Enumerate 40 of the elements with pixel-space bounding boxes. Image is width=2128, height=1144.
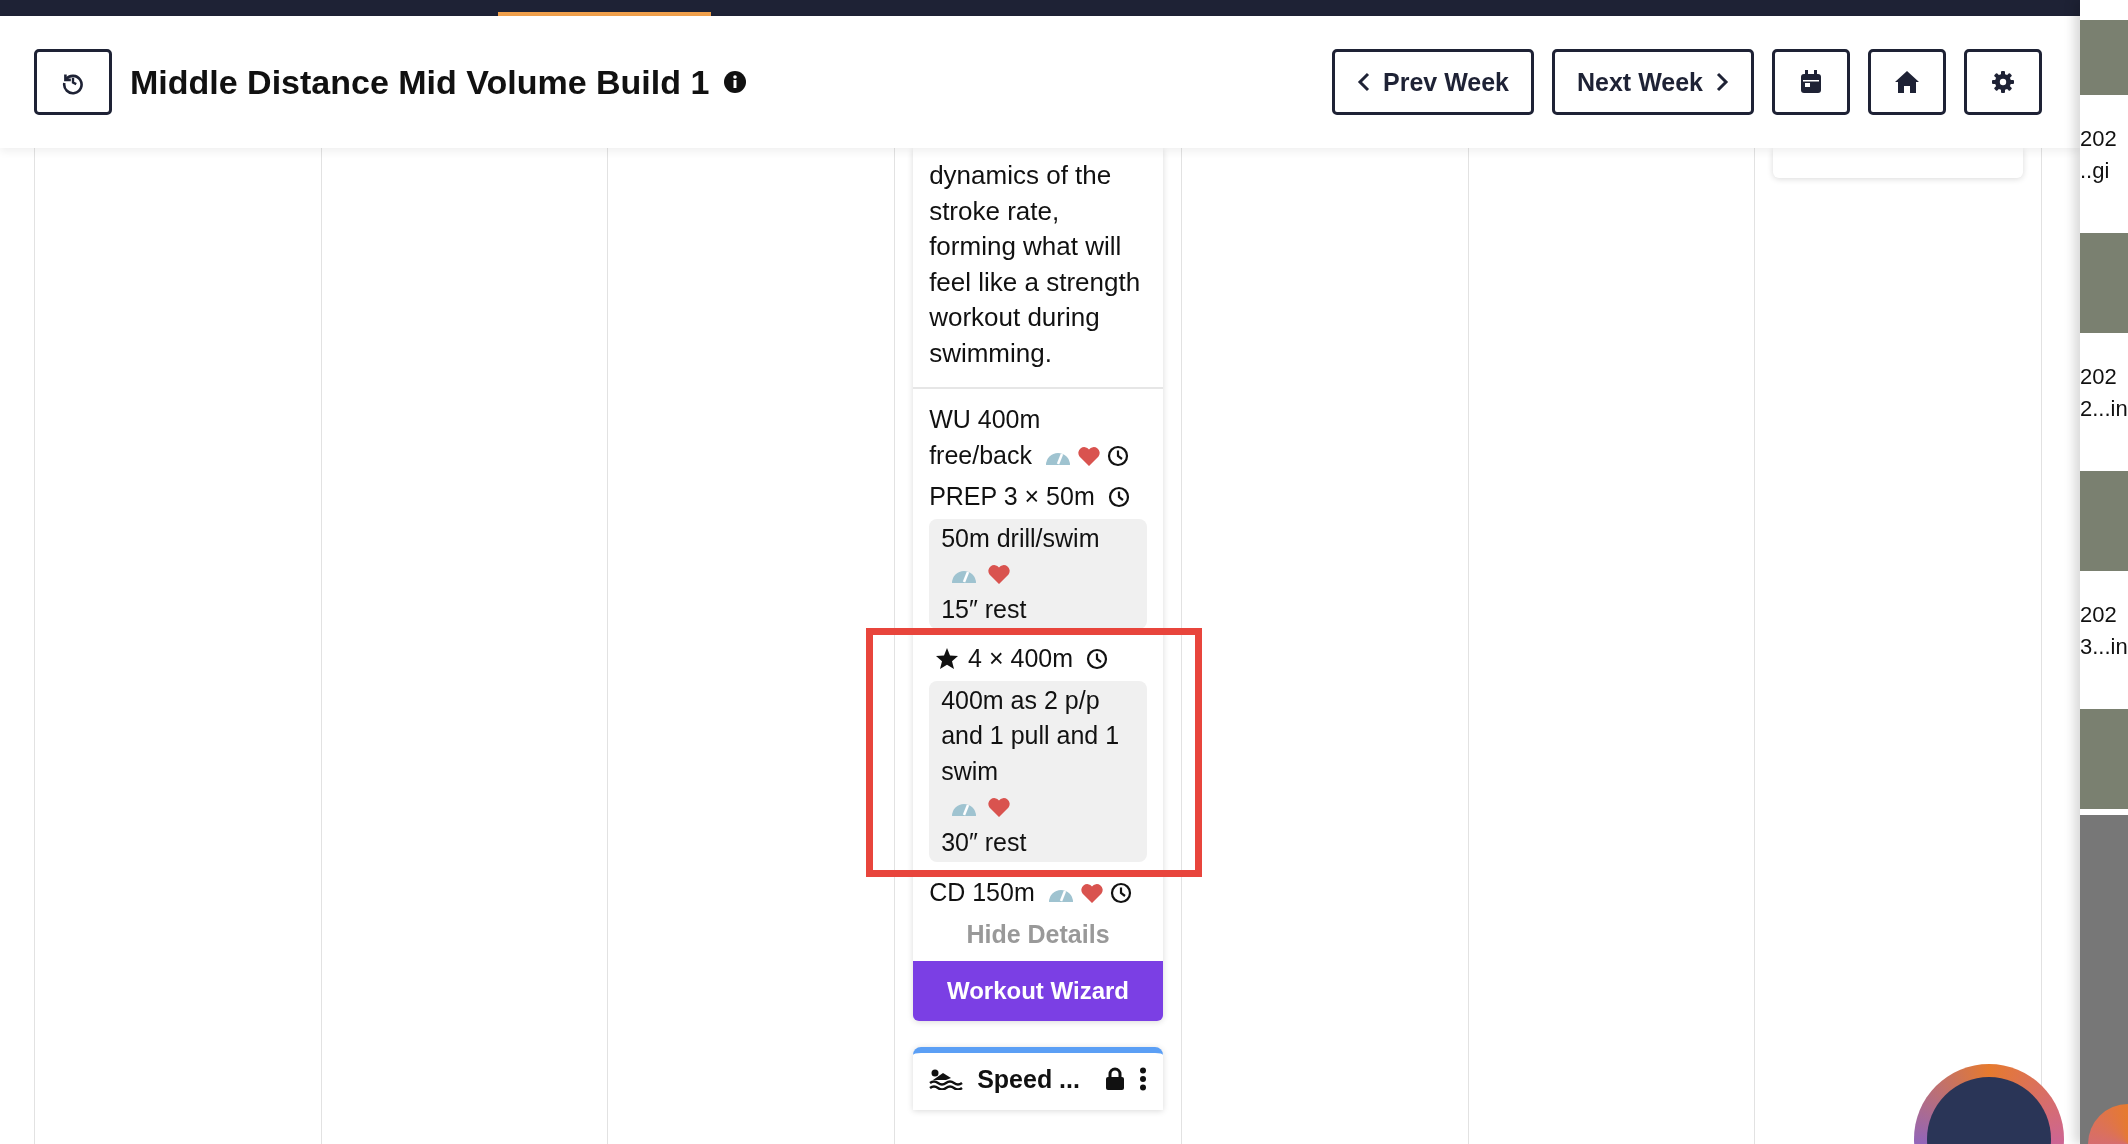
file-name-text: 2...in <box>2080 395 2128 423</box>
heart-icon <box>987 797 1012 818</box>
chevron-right-icon <box>1715 72 1729 92</box>
clock-icon <box>1106 444 1129 467</box>
workout-step: WU 400m free/back <box>929 402 1147 473</box>
set-heading: 4 × 400m <box>929 641 1147 677</box>
next-week-button[interactable]: Next Week <box>1552 49 1754 115</box>
heart-icon <box>987 564 1012 585</box>
workout-step: CD 150m <box>929 875 1147 911</box>
home-button[interactable] <box>1868 49 1946 115</box>
more-options-icon[interactable] <box>1138 1067 1147 1091</box>
star-icon <box>935 647 960 670</box>
file-name-text: 3...in <box>2080 633 2128 661</box>
clock-icon <box>1107 486 1130 508</box>
set-item-text: 50m drill/swim <box>941 522 1100 554</box>
workout-title: Speed ... <box>977 1064 1081 1094</box>
heart-icon <box>1076 445 1101 467</box>
calendar-button[interactable] <box>1772 49 1850 115</box>
workout-description: dynamics of the stroke rate, forming what will feel like a strength workout during swimming. <box>913 148 1163 389</box>
set-heading: PREP 3 × 50m <box>929 479 1147 515</box>
swimmer-icon <box>929 1068 964 1090</box>
set-item-text: 400m as 2 p/p and 1 pull and 1 swim <box>941 684 1121 787</box>
calendar-icon <box>1800 70 1822 94</box>
prev-week-button[interactable]: Prev Week <box>1332 49 1534 115</box>
clock-icon <box>1109 882 1132 904</box>
home-icon <box>1894 70 1920 94</box>
file-name-text: ..gi <box>2080 157 2111 185</box>
rest-text: 30″ rest <box>941 826 1028 858</box>
info-icon[interactable] <box>723 70 748 94</box>
rest-text: 15″ rest <box>941 593 1028 625</box>
plan-title: Middle Distance Mid Volume Build 1 <box>130 62 710 102</box>
history-button[interactable] <box>34 49 112 115</box>
file-name-text: 202 <box>2080 125 2118 153</box>
file-name-text: 202 <box>2080 601 2118 629</box>
file-name-text: 202 <box>2080 363 2118 391</box>
chevron-left-icon <box>1357 72 1371 92</box>
heart-icon <box>1079 883 1104 904</box>
clock-icon <box>1085 648 1108 670</box>
workout-wizard-button[interactable]: Workout Wizard <box>913 960 1163 1021</box>
settings-button[interactable] <box>1964 49 2042 115</box>
